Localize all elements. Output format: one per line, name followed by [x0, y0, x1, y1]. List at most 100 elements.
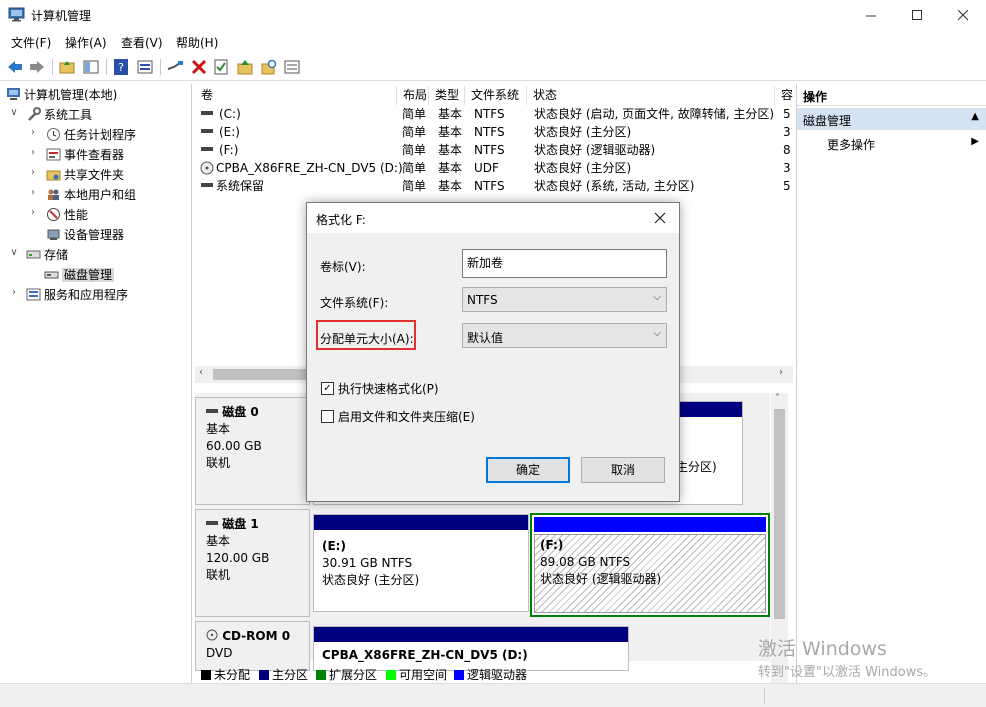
scrollbar-thumb[interactable]: [774, 409, 785, 619]
tree-item-device-manager[interactable]: 设备管理器: [46, 225, 124, 245]
console-icon[interactable]: [283, 58, 301, 76]
column-header-type[interactable]: 类型: [429, 86, 465, 105]
allocation-unit-select[interactable]: 默认值 ⌵: [462, 323, 667, 348]
table-row[interactable]: CPBA_X86FRE_ZH-CN_DV5 (D:) 简单 基本 UDF 状态良…: [195, 159, 793, 177]
forward-arrow-icon[interactable]: [28, 58, 46, 76]
partition-size: 89.08 GB NTFS: [540, 555, 631, 569]
scrollbar-thumb[interactable]: [213, 369, 313, 380]
storage-icon: [26, 250, 41, 259]
expand-chevron-icon[interactable]: ›: [28, 147, 38, 158]
disk-type: DVD: [206, 646, 233, 660]
cell-status: 状态良好 (系统, 活动, 主分区): [534, 179, 695, 193]
properties-view-icon[interactable]: [136, 58, 154, 76]
tree-item-shared-folders[interactable]: 共享文件夹: [46, 165, 124, 185]
tree-item-performance[interactable]: 性能: [46, 205, 88, 225]
tree-item-storage[interactable]: 存储: [26, 245, 68, 265]
disk-icon: [206, 521, 218, 525]
quick-format-label[interactable]: 执行快速格式化(P): [338, 380, 439, 397]
menu-view[interactable]: 查看(V): [121, 34, 163, 51]
tree-label: 设备管理器: [64, 228, 125, 242]
table-row[interactable]: (F:) 简单 基本 NTFS 状态良好 (逻辑驱动器) 8: [195, 141, 793, 159]
column-header-capacity[interactable]: 容: [775, 86, 793, 105]
back-arrow-icon[interactable]: [6, 58, 24, 76]
cell-status: 状态良好 (主分区): [534, 125, 632, 139]
menu-help[interactable]: 帮助(H): [176, 34, 218, 51]
up-arrow-folder-icon[interactable]: [236, 58, 254, 76]
cell-volume: (E:): [219, 125, 240, 139]
more-actions-item[interactable]: 更多操作 ▶: [797, 132, 986, 154]
filesystem-value: NTFS: [467, 293, 498, 307]
partition-e[interactable]: (E:) 30.91 GB NTFS 状态良好 (主分区): [313, 514, 529, 612]
filesystem-select[interactable]: NTFS ⌵: [462, 287, 667, 312]
menu-file[interactable]: 文件(F): [11, 34, 51, 51]
column-header-filesystem[interactable]: 文件系统: [465, 86, 527, 105]
menu-bar: 文件(F) 操作(A) 查看(V) 帮助(H): [0, 31, 986, 53]
dialog-close-button[interactable]: [650, 209, 670, 227]
scroll-right-icon[interactable]: ›: [779, 367, 783, 378]
toolbar: ?: [0, 54, 986, 81]
cancel-button[interactable]: 取消: [581, 457, 665, 483]
cell-type: 基本: [438, 143, 463, 157]
compression-label[interactable]: 启用文件和文件夹压缩(E): [338, 408, 475, 425]
show-hide-tree-icon[interactable]: [82, 58, 100, 76]
up-folder-icon[interactable]: [58, 58, 76, 76]
maximize-button[interactable]: [894, 0, 940, 30]
delete-icon[interactable]: [190, 58, 208, 76]
close-button[interactable]: [940, 0, 986, 30]
table-row[interactable]: (C:) 简单 基本 NTFS 状态良好 (启动, 页面文件, 故障转储, 主分…: [195, 105, 793, 123]
minimize-button[interactable]: [848, 0, 894, 30]
expand-chevron-icon[interactable]: ›: [9, 287, 19, 298]
table-row[interactable]: (E:) 简单 基本 NTFS 状态良好 (主分区) 3: [195, 123, 793, 141]
scroll-left-icon[interactable]: ‹: [199, 367, 203, 378]
partition-bar: [534, 517, 766, 532]
compression-checkbox[interactable]: [321, 410, 334, 423]
quick-format-checkbox[interactable]: ✓: [321, 382, 334, 395]
tree-item-event-viewer[interactable]: 事件查看器: [46, 145, 124, 165]
cell-volume: (C:): [219, 107, 241, 121]
ok-button[interactable]: 确定: [486, 457, 570, 483]
table-row[interactable]: 系统保留 简单 基本 NTFS 状态良好 (系统, 活动, 主分区) 5: [195, 177, 793, 195]
scroll-up-icon[interactable]: ˄: [775, 393, 780, 404]
cell-capacity: 3: [783, 161, 791, 175]
column-header-layout[interactable]: 布局: [397, 86, 429, 105]
menu-action[interactable]: 操作(A): [65, 34, 107, 51]
collapse-chevron-icon[interactable]: ∨: [9, 107, 19, 118]
check-icon[interactable]: [212, 58, 230, 76]
disk-0-header[interactable]: 磁盘 0 基本 60.00 GB 联机: [195, 397, 310, 505]
connect-icon[interactable]: [166, 58, 184, 76]
disk-management-icon: [44, 271, 59, 279]
actions-section-disk-management[interactable]: 磁盘管理 ▲: [797, 108, 986, 130]
tree-item-services[interactable]: 服务和应用程序: [26, 285, 128, 305]
column-header-volume[interactable]: 卷: [195, 86, 397, 105]
disk-state: 联机: [206, 456, 231, 470]
tree-item-task-scheduler[interactable]: 任务计划程序: [46, 125, 136, 145]
cell-volume: (F:): [219, 143, 239, 157]
expand-chevron-icon[interactable]: ›: [28, 207, 38, 218]
partition-f-selected[interactable]: (F:) 89.08 GB NTFS 状态良好 (逻辑驱动器): [530, 513, 770, 617]
tree-item-disk-management[interactable]: 磁盘管理: [44, 265, 115, 285]
computer-management-icon: [8, 7, 25, 22]
tree-label: 存储: [44, 248, 69, 262]
drive-icon: [201, 129, 213, 133]
search-folder-icon[interactable]: [260, 58, 278, 76]
collapse-triangle-icon[interactable]: ▲: [971, 111, 979, 122]
tree-item-system-tools[interactable]: 系统工具: [26, 105, 92, 125]
column-header-status[interactable]: 状态: [527, 86, 775, 105]
disk-state: 联机: [206, 568, 231, 582]
legend-primary: 主分区: [259, 666, 308, 683]
legend-label: 逻辑驱动器: [467, 668, 528, 682]
expand-chevron-icon[interactable]: ›: [28, 127, 38, 138]
collapse-chevron-icon[interactable]: ∨: [9, 247, 19, 258]
tree-label: 共享文件夹: [64, 168, 125, 182]
help-icon[interactable]: ?: [112, 58, 130, 76]
partition-bar: [314, 515, 528, 530]
volume-label-input[interactable]: 新加卷: [462, 249, 667, 278]
disk-1-header[interactable]: 磁盘 1 基本 120.00 GB 联机: [195, 509, 310, 617]
expand-chevron-icon[interactable]: ›: [28, 167, 38, 178]
tree-item-local-users[interactable]: 本地用户和组: [46, 185, 136, 205]
dialog-title: 格式化 F:: [316, 213, 366, 227]
cell-capacity: 8: [783, 143, 791, 157]
expand-chevron-icon[interactable]: ›: [28, 187, 38, 198]
tree-item-root[interactable]: 计算机管理(本地): [6, 85, 117, 105]
services-icon: [26, 288, 41, 301]
